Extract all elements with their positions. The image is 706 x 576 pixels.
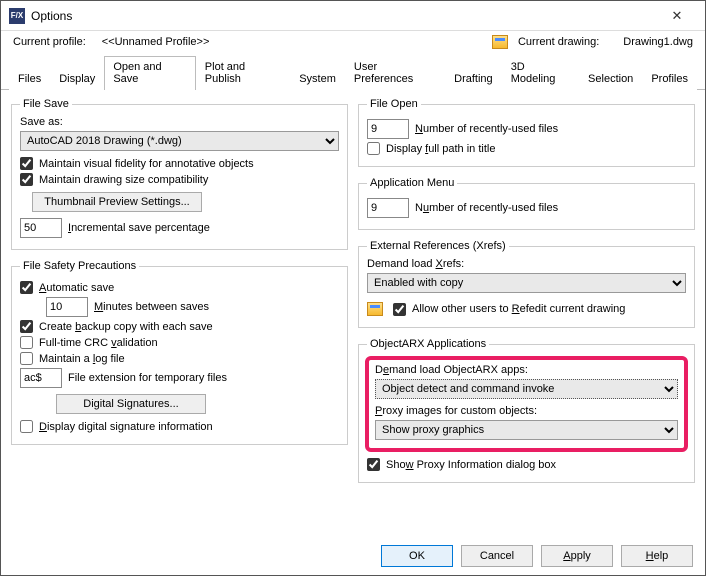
allow-refedit-checkbox[interactable] xyxy=(393,303,406,316)
appmenu-recent-label: Number of recently-used files xyxy=(415,202,558,214)
tab-profiles[interactable]: Profiles xyxy=(642,68,697,90)
display-digsig-checkbox[interactable] xyxy=(20,420,33,433)
group-application-menu: Application Menu Number of recently-used… xyxy=(358,177,695,230)
demand-load-xrefs-select[interactable]: Enabled with copy xyxy=(367,273,686,293)
temp-ext-label: File extension for temporary files xyxy=(68,372,227,384)
recent-files-input[interactable] xyxy=(367,119,409,139)
tab-display[interactable]: Display xyxy=(50,68,104,90)
tab-open-and-save[interactable]: Open and Save xyxy=(104,56,195,90)
log-file-label: Maintain a log file xyxy=(39,353,125,365)
current-drawing-name: Drawing1.dwg xyxy=(623,36,693,48)
demand-load-xrefs-label: Demand load Xrefs: xyxy=(367,258,686,270)
save-as-select[interactable]: AutoCAD 2018 Drawing (*.dwg) xyxy=(20,131,339,151)
maintain-size-checkbox[interactable] xyxy=(20,173,33,186)
drawing-icon xyxy=(492,35,508,49)
create-backup-checkbox[interactable] xyxy=(20,320,33,333)
minutes-between-saves-label: Minutes between saves xyxy=(94,301,209,313)
maintain-size-label: Maintain drawing size compatibility xyxy=(39,174,208,186)
cancel-button[interactable]: Cancel xyxy=(461,545,533,567)
thumbnail-preview-label: Thumbnail Preview Settings... xyxy=(44,196,190,208)
create-backup-label: Create backup copy with each save xyxy=(39,321,213,333)
log-file-checkbox[interactable] xyxy=(20,352,33,365)
recent-files-label: Number of recently-used files xyxy=(415,123,558,135)
current-drawing-label: Current drawing: xyxy=(518,36,599,48)
automatic-save-checkbox[interactable] xyxy=(20,281,33,294)
crc-checkbox[interactable] xyxy=(20,336,33,349)
current-profile-label: Current profile: xyxy=(13,36,86,48)
tab-strip: Files Display Open and Save Plot and Pub… xyxy=(1,55,705,90)
legend-xrefs: External References (Xrefs) xyxy=(367,240,509,252)
tab-selection[interactable]: Selection xyxy=(579,68,642,90)
incremental-save-input[interactable] xyxy=(20,218,62,238)
apply-button[interactable]: Apply xyxy=(541,545,613,567)
allow-refedit-label: Allow other users to Refedit current dra… xyxy=(412,303,625,315)
legend-file-save: File Save xyxy=(20,98,72,110)
group-xrefs: External References (Xrefs) Demand load … xyxy=(358,240,695,328)
minutes-between-saves-input[interactable] xyxy=(46,297,88,317)
window-title: Options xyxy=(31,9,72,23)
demand-load-arx-select[interactable]: Object detect and command invoke xyxy=(375,379,678,399)
proxy-images-label: Proxy images for custom objects: xyxy=(375,405,678,417)
display-full-path-label: Display full path in title xyxy=(386,143,495,155)
digital-signatures-button[interactable]: Digital Signatures... xyxy=(56,394,206,414)
temp-ext-input[interactable] xyxy=(20,368,62,388)
display-full-path-checkbox[interactable] xyxy=(367,142,380,155)
app-icon: F/X xyxy=(9,8,25,24)
maintain-visual-label: Maintain visual fidelity for annotative … xyxy=(39,158,254,170)
save-as-label: Save as: xyxy=(20,116,339,128)
maintain-visual-checkbox[interactable] xyxy=(20,157,33,170)
legend-file-open: File Open xyxy=(367,98,421,110)
current-profile-name: <<Unnamed Profile>> xyxy=(102,36,210,48)
tab-3d-modeling[interactable]: 3D Modeling xyxy=(502,56,579,90)
help-button[interactable]: Help xyxy=(621,545,693,567)
tab-files[interactable]: Files xyxy=(9,68,50,90)
automatic-save-label: Automatic save xyxy=(39,282,114,294)
ok-button[interactable]: OK xyxy=(381,545,453,567)
demand-load-arx-label: Demand load ObjectARX apps: xyxy=(375,364,678,376)
group-objectarx: ObjectARX Applications Demand load Objec… xyxy=(358,338,695,483)
legend-file-safety: File Safety Precautions xyxy=(20,260,139,272)
legend-application-menu: Application Menu xyxy=(367,177,457,189)
show-proxy-info-checkbox[interactable] xyxy=(367,458,380,471)
group-file-safety: File Safety Precautions Automatic save M… xyxy=(11,260,348,445)
digital-signatures-label: Digital Signatures... xyxy=(83,398,178,410)
tab-plot-publish[interactable]: Plot and Publish xyxy=(196,56,290,90)
incremental-save-label: IIncremental save percentagencremental s… xyxy=(68,222,210,234)
group-file-save: File Save Save as: AutoCAD 2018 Drawing … xyxy=(11,98,348,250)
tab-user-preferences[interactable]: User Preferences xyxy=(345,56,445,90)
appmenu-recent-input[interactable] xyxy=(367,198,409,218)
close-icon[interactable]: ✕ xyxy=(657,2,697,30)
thumbnail-preview-button[interactable]: Thumbnail Preview Settings... xyxy=(32,192,202,212)
display-digsig-label: Display digital signature information xyxy=(39,421,213,433)
drawing-icon xyxy=(367,302,383,316)
group-file-open: File Open Number of recently-used files … xyxy=(358,98,695,167)
highlight-box: Demand load ObjectARX apps: Object detec… xyxy=(365,356,688,452)
tab-system[interactable]: System xyxy=(290,68,345,90)
crc-label: Full-time CRC validation xyxy=(39,337,158,349)
legend-objectarx: ObjectARX Applications xyxy=(367,338,489,350)
tab-drafting[interactable]: Drafting xyxy=(445,68,502,90)
proxy-images-select[interactable]: Show proxy graphics xyxy=(375,420,678,440)
show-proxy-info-label: Show Proxy Information dialog box xyxy=(386,459,556,471)
